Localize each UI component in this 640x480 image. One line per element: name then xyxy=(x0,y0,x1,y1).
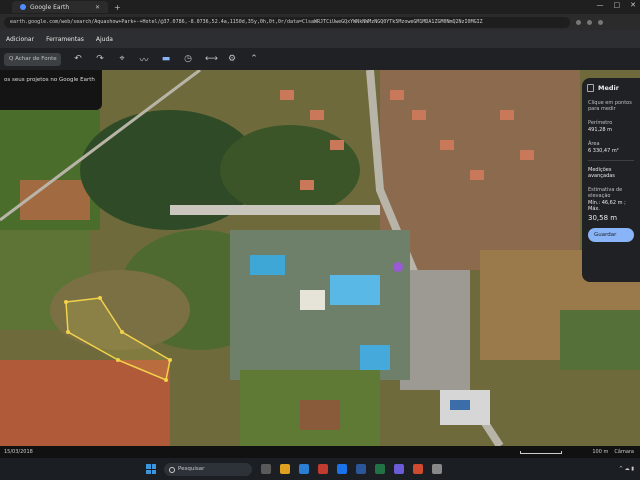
system-tray[interactable]: ^ ☁ ▮ xyxy=(619,466,634,472)
close-tab-icon[interactable]: ✕ xyxy=(95,4,100,11)
browser-tab[interactable]: Google Earth ✕ xyxy=(12,1,108,13)
earth-toolbar: Q Achar de Fonte ↶ ↷ ⌖ 〰 ▬ ◷ ⟷ ⚙ ⌃ xyxy=(0,48,640,70)
elevation-value: 30,58 m xyxy=(588,214,618,222)
status-bar: 15/03/2018 100 m Câmara xyxy=(0,446,640,458)
menu-bar: Adicionar Ferramentas Ajuda xyxy=(0,30,640,48)
settings-app-icon[interactable] xyxy=(432,464,442,474)
tab-title: Google Earth xyxy=(30,3,70,11)
advanced-measurements-toggle[interactable]: Medições avançadas xyxy=(588,167,634,179)
google-earth-icon xyxy=(20,4,26,10)
collapse-icon[interactable]: ⌃ xyxy=(249,54,259,64)
chrome-icon[interactable] xyxy=(337,464,347,474)
maximize-icon[interactable]: □ xyxy=(614,1,621,9)
new-tab-button[interactable]: + xyxy=(114,3,121,12)
measure-panel: Medir Clique em pontos para medir Períme… xyxy=(582,78,640,282)
window-controls: — □ ✕ xyxy=(597,1,637,9)
measure-title: Medir xyxy=(598,84,619,92)
undo-icon[interactable]: ↶ xyxy=(73,54,83,64)
history-icon[interactable]: ◷ xyxy=(183,54,193,64)
file-explorer-icon[interactable] xyxy=(280,464,290,474)
redo-icon[interactable]: ↷ xyxy=(95,54,105,64)
perimeter-label: Perímetro xyxy=(588,120,613,126)
divider xyxy=(588,160,634,161)
windows-start-icon[interactable] xyxy=(146,464,156,474)
menu-tools[interactable]: Ferramentas xyxy=(46,36,84,43)
address-bar[interactable]: earth.google.com/web/search/Aquashow+Par… xyxy=(4,16,570,28)
scale-label: 100 m xyxy=(592,449,609,455)
measure-icon xyxy=(587,84,594,92)
close-window-icon[interactable]: ✕ xyxy=(630,1,636,9)
task-view-icon[interactable] xyxy=(261,464,271,474)
minimize-icon[interactable]: — xyxy=(597,1,604,9)
extension-icon[interactable] xyxy=(576,19,581,25)
measure-icon[interactable]: ⟷ xyxy=(205,54,218,64)
imagery-date: 15/03/2018 xyxy=(4,449,33,455)
menu-help[interactable]: Ajuda xyxy=(96,36,113,43)
measure-instruction: Clique em pontos para medir xyxy=(588,100,632,112)
perimeter-value: 491,28 m xyxy=(588,127,612,133)
settings-icon[interactable]: ⚙ xyxy=(227,54,237,64)
elevation-range: Mín.: 46,62 m ; Máx. xyxy=(588,200,626,212)
address-bar-row: earth.google.com/web/search/Aquashow+Par… xyxy=(0,14,640,30)
taskbar: Pesquisar ^ ☁ ▮ xyxy=(0,458,640,480)
word-icon[interactable] xyxy=(356,464,366,474)
save-button[interactable]: Guardar xyxy=(588,228,634,242)
office-icon[interactable] xyxy=(413,464,423,474)
edge-icon[interactable] xyxy=(299,464,309,474)
browser-tabbar: Google Earth ✕ + — □ ✕ xyxy=(0,0,640,14)
elevation-estimate-label: Estimativa de elevação xyxy=(588,187,623,199)
browser-actions xyxy=(576,19,603,25)
camera-label: Câmara xyxy=(614,449,634,455)
app-icon[interactable] xyxy=(318,464,328,474)
projects-banner[interactable]: os seus projetos no Google Earth xyxy=(0,70,102,110)
taskbar-search[interactable]: Pesquisar xyxy=(164,462,252,476)
profile-icon[interactable] xyxy=(587,19,592,25)
menu-add[interactable]: Adicionar xyxy=(6,36,34,43)
menu-icon[interactable] xyxy=(598,19,603,25)
area-value: 6 330,47 m² xyxy=(588,148,619,154)
placemark-icon[interactable]: ⌖ xyxy=(117,54,127,64)
teams-icon[interactable] xyxy=(394,464,404,474)
excel-icon[interactable] xyxy=(375,464,385,474)
area-label: Área xyxy=(588,141,600,147)
search-input[interactable]: Q Achar de Fonte xyxy=(4,52,61,66)
map-imagery[interactable] xyxy=(0,70,640,446)
layers-icon[interactable]: ▬ xyxy=(161,54,171,64)
scale-bar xyxy=(520,450,563,454)
path-icon[interactable]: 〰 xyxy=(139,53,149,66)
satellite-map[interactable] xyxy=(0,70,640,446)
